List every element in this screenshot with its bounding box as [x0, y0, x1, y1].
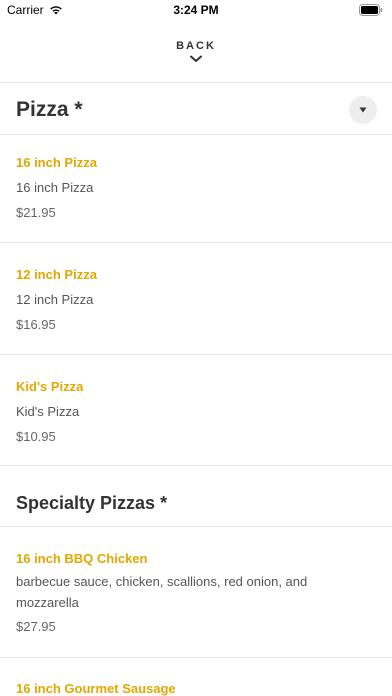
item-price: $10.95: [16, 429, 56, 444]
header-divider: [0, 82, 392, 83]
item-name: 16 inch BBQ Chicken: [16, 551, 148, 566]
menu-item-12-inch-pizza[interactable]: 12 inch Pizza 12 inch Pizza $16.95: [0, 243, 392, 353]
item-price: $21.95: [16, 205, 56, 220]
item-price: $16.95: [16, 317, 56, 332]
back-button[interactable]: BACK: [0, 40, 392, 63]
item-description: Kid's Pizza: [16, 404, 80, 419]
chevron-down-icon: [190, 55, 202, 62]
item-name: 16 inch Pizza: [16, 155, 97, 170]
item-description: 12 inch Pizza: [16, 292, 94, 307]
item-name: 16 inch Gourmet Sausage: [16, 681, 176, 696]
status-time: 3:24 PM: [173, 3, 219, 17]
section-dropdown-button[interactable]: [349, 96, 377, 124]
item-name: Kid's Pizza: [16, 379, 84, 394]
menu-item-16-inch-bbq-chicken[interactable]: 16 inch BBQ Chicken barbecue sauce, chic…: [0, 527, 392, 657]
menu-item-kids-pizza[interactable]: Kid's Pizza Kid's Pizza $10.95: [0, 355, 392, 465]
section-title-pizza: Pizza *: [16, 98, 83, 121]
back-label: BACK: [176, 40, 216, 52]
triangle-down-icon: [359, 107, 367, 113]
item-name: 12 inch Pizza: [16, 267, 97, 282]
menu-item-16-inch-gourmet-sausage[interactable]: 16 inch Gourmet Sausage: [0, 658, 392, 696]
battery-icon: [359, 4, 383, 16]
menu-item-16-inch-pizza[interactable]: 16 inch Pizza 16 inch Pizza $21.95: [0, 135, 392, 242]
section-divider: [0, 465, 392, 466]
status-bar: Carrier 3:24 PM: [0, 0, 392, 22]
item-price: $27.95: [16, 619, 56, 634]
item-description: barbecue sauce, chicken, scallions, red …: [16, 574, 308, 610]
section-title-specialty-pizzas: Specialty Pizzas *: [16, 493, 168, 513]
item-description: 16 inch Pizza: [16, 180, 94, 195]
